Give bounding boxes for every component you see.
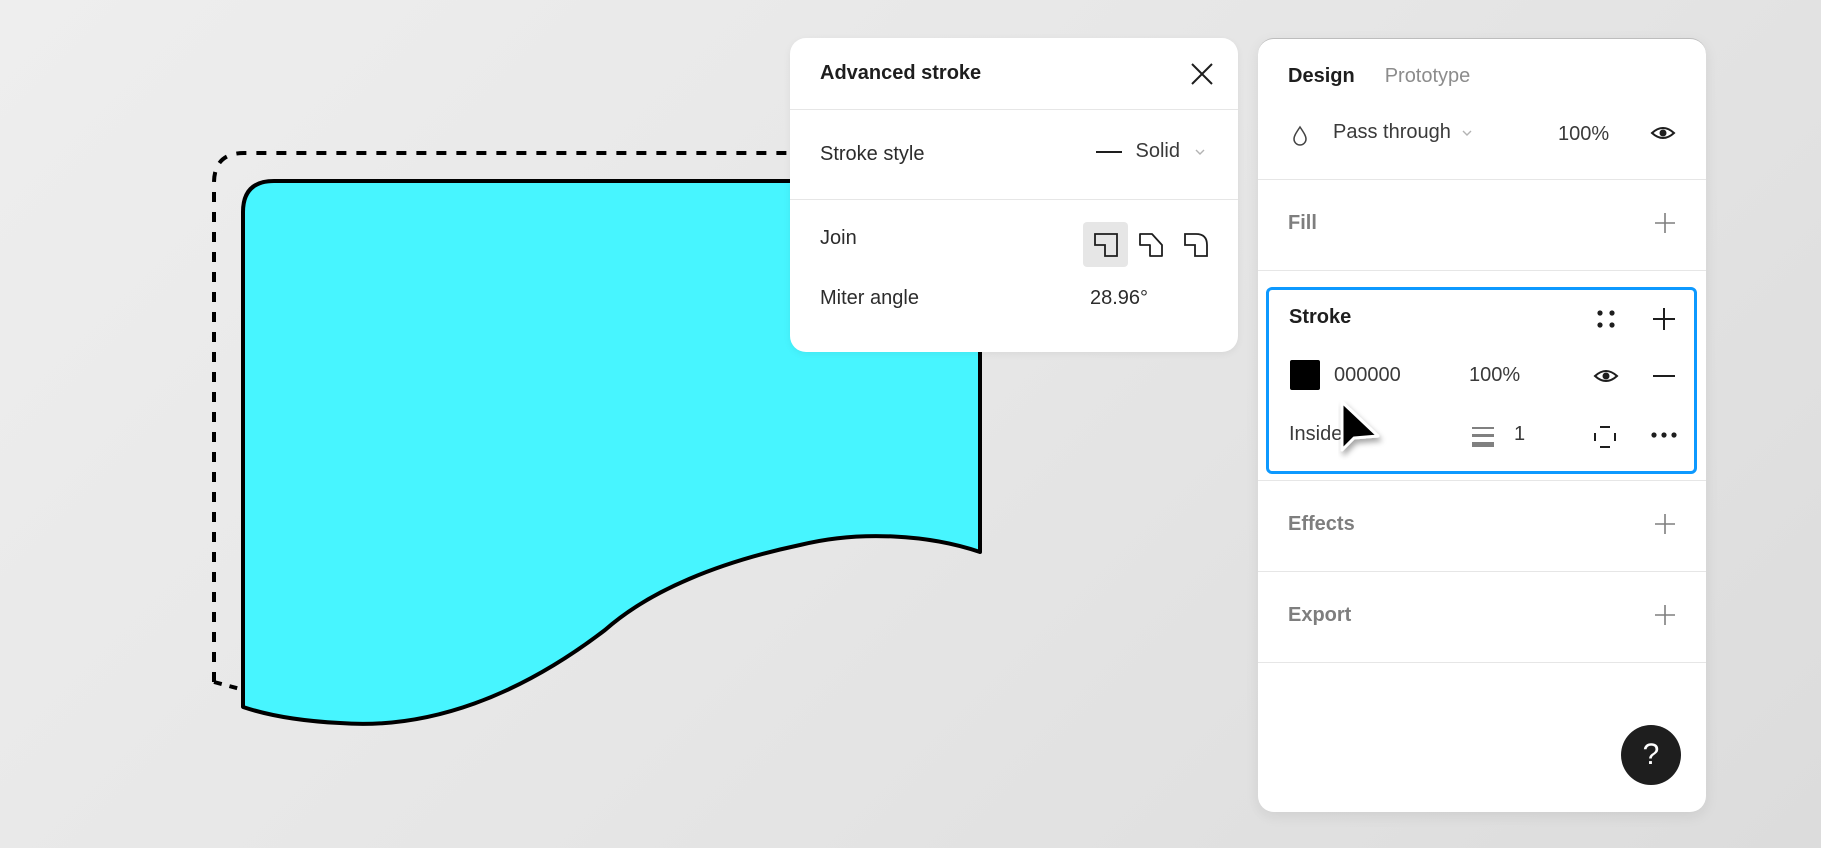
divider [1258, 571, 1706, 572]
stroke-weight[interactable]: 1 [1514, 423, 1525, 446]
divider [1258, 662, 1706, 663]
chevron-down-icon [1462, 130, 1472, 136]
advanced-stroke-popup: Advanced stroke Stroke style Solid Join [790, 38, 1238, 352]
remove-stroke-icon[interactable] [1652, 374, 1676, 378]
divider [1258, 179, 1706, 180]
popup-header: Advanced stroke [790, 38, 1238, 110]
add-effect-icon[interactable] [1654, 513, 1676, 535]
add-stroke-icon[interactable] [1652, 307, 1676, 331]
miter-join-icon [1093, 232, 1118, 257]
effects-title: Effects [1288, 513, 1355, 535]
design-panel: Design Prototype Pass through 100% Fill … [1258, 38, 1706, 812]
eye-icon[interactable] [1593, 366, 1619, 386]
miter-angle-value[interactable]: 28.96° [1090, 287, 1148, 310]
stroke-color-swatch[interactable] [1290, 360, 1320, 390]
more-options-icon[interactable] [1650, 431, 1678, 439]
divider [1258, 480, 1706, 481]
bevel-join-icon [1138, 232, 1163, 257]
layer-opacity[interactable]: 100% [1558, 123, 1609, 146]
style-grid-icon[interactable] [1595, 308, 1617, 330]
tab-design[interactable]: Design [1288, 65, 1355, 88]
miter-join-button[interactable] [1083, 222, 1128, 267]
stroke-weight-icon [1472, 427, 1494, 447]
stroke-section: Stroke 000000 100% Inside 1 [1266, 287, 1697, 474]
bevel-join-button[interactable] [1128, 222, 1173, 267]
join-options [1083, 222, 1218, 267]
add-fill-icon[interactable] [1654, 212, 1676, 234]
blend-mode-dropdown[interactable]: Pass through [1333, 121, 1473, 144]
selection-outline-tail [213, 680, 245, 692]
solid-line-icon [1095, 150, 1122, 153]
join-label: Join [820, 227, 857, 249]
stroke-style-value: Solid [1135, 140, 1180, 162]
round-join-button[interactable] [1173, 222, 1218, 267]
panel-tabs: Design Prototype [1288, 65, 1470, 88]
mouse-pointer-icon [1340, 400, 1380, 452]
stroke-position[interactable]: Inside [1289, 423, 1342, 446]
round-join-icon [1183, 232, 1208, 257]
stroke-color-hex[interactable]: 000000 [1334, 364, 1401, 387]
stroke-style-label: Stroke style [820, 143, 925, 165]
tab-prototype[interactable]: Prototype [1385, 65, 1471, 88]
export-title: Export [1288, 604, 1352, 626]
blend-mode-value: Pass through [1333, 121, 1451, 143]
join-section: Join Miter angle 28.96° [790, 200, 1238, 350]
chevron-down-icon [1195, 149, 1205, 155]
popup-title: Advanced stroke [820, 62, 982, 84]
blend-drop-icon [1293, 125, 1307, 146]
stroke-title: Stroke [1289, 306, 1352, 328]
stroke-style-row: Stroke style Solid [790, 110, 1238, 200]
miter-angle-label: Miter angle [820, 287, 919, 309]
stroke-opacity[interactable]: 100% [1469, 364, 1520, 387]
close-icon[interactable] [1188, 60, 1216, 88]
eye-icon[interactable] [1650, 123, 1676, 143]
divider [1258, 270, 1706, 271]
help-button[interactable]: ? [1621, 725, 1681, 785]
fill-title: Fill [1288, 212, 1317, 234]
stroke-style-dropdown[interactable]: Solid [1095, 140, 1206, 163]
individual-strokes-icon[interactable] [1593, 425, 1617, 449]
add-export-icon[interactable] [1654, 604, 1676, 626]
